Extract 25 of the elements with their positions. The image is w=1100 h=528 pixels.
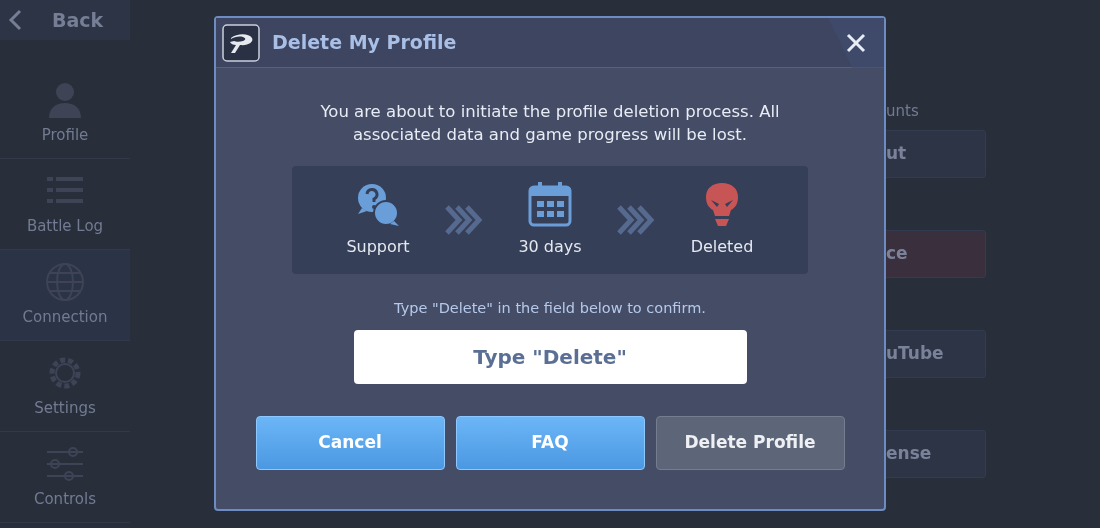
close-icon <box>846 32 866 53</box>
confirm-field[interactable]: Type "Delete" <box>353 329 747 384</box>
calendar-icon <box>526 181 574 230</box>
panel-button[interactable]: ce <box>886 230 986 278</box>
sidebar-item[interactable]: Connection <box>0 250 130 341</box>
sidebar-item[interactable]: Settings <box>0 341 130 432</box>
sidebar-item[interactable]: Profile <box>0 68 130 159</box>
dialog-button[interactable]: Cancel <box>255 415 445 470</box>
sidebar-item[interactable]: Controls <box>0 432 130 523</box>
logo-icon <box>222 23 260 62</box>
dialog-title: Delete My Profile <box>272 30 458 56</box>
confirm-hint: Type "Delete" in the field below to confirm. <box>394 299 706 319</box>
chevrons-icon <box>445 205 483 236</box>
step-label: Support <box>346 236 410 259</box>
section-heading: unts <box>886 101 920 122</box>
panel-button[interactable]: ense <box>886 430 986 478</box>
dialog-button[interactable]: FAQ <box>455 415 645 470</box>
panel-button[interactable]: ut <box>886 130 986 178</box>
back-icon <box>8 9 22 31</box>
back-button[interactable]: Back <box>0 0 130 40</box>
dialog-message: You are about to initiate the profile deletion process. All associated data and game progress will be lost. <box>319 101 781 147</box>
step-label: 30 days <box>518 236 582 259</box>
panel-button[interactable]: uTube <box>886 330 986 378</box>
chevrons-icon <box>617 205 655 236</box>
step-label: Deleted <box>690 236 754 259</box>
